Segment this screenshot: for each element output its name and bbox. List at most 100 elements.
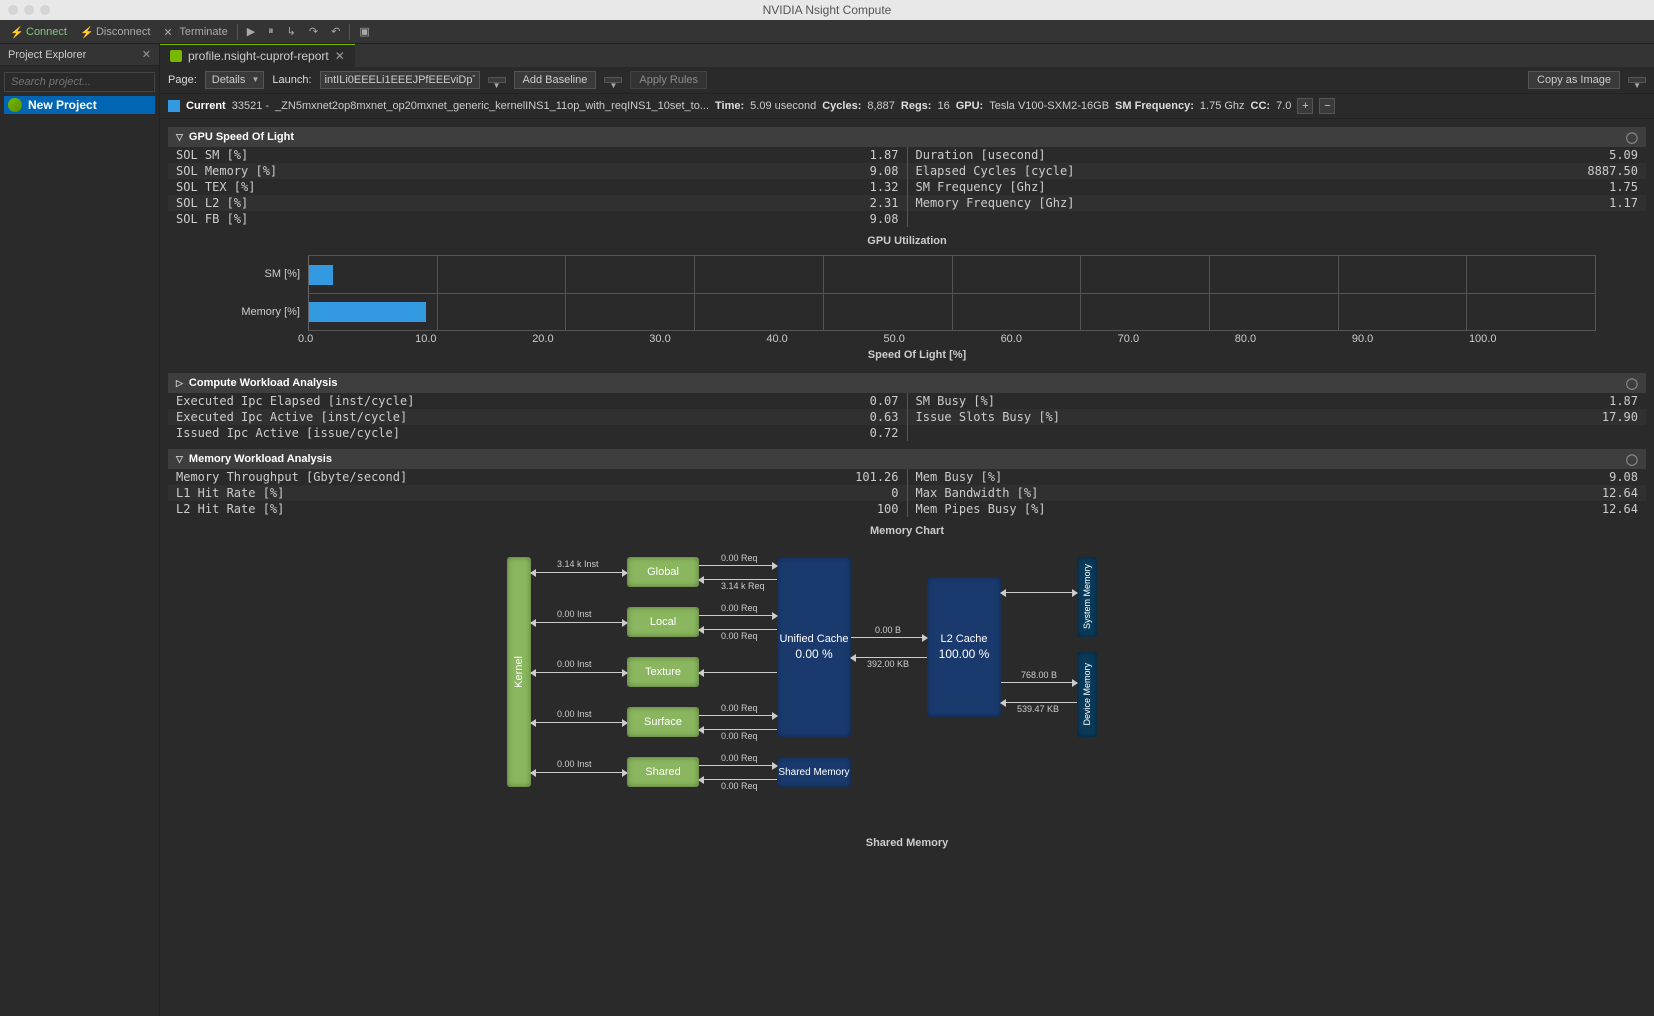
project-icon — [8, 98, 22, 112]
copy-image-button[interactable]: Copy as Image — [1528, 71, 1620, 89]
page-label: Page: — [168, 74, 197, 86]
sidebar: Project Explorer ✕ New Project — [0, 44, 160, 1016]
bar-row: SM [%] — [238, 255, 1596, 293]
app-title: NVIDIA Nsight Compute — [763, 3, 892, 17]
add-baseline-button[interactable]: Add Baseline — [514, 71, 597, 89]
local-box: Local — [627, 607, 699, 637]
metric-row: Executed Ipc Active [inst/cycle]0.63Issu… — [168, 409, 1646, 425]
smfreq-value: 1.75 Ghz — [1200, 100, 1245, 112]
chevron-down-icon: ▽ — [176, 132, 183, 143]
terminate-button[interactable]: ✕Terminate — [157, 24, 233, 40]
xaxis-label: Speed Of Light [%] — [238, 349, 1596, 361]
traffic-lights — [8, 5, 50, 15]
regs-value: 16 — [937, 100, 949, 112]
launch-dropdown[interactable] — [488, 77, 506, 83]
titlebar: NVIDIA Nsight Compute — [0, 0, 1654, 20]
comment-icon[interactable]: ◯ — [1626, 377, 1638, 390]
page-select[interactable]: Details — [205, 71, 265, 89]
metric-row: SOL SM [%]1.87Duration [usecond]5.09 — [168, 147, 1646, 163]
section-memory-title: Memory Workload Analysis — [189, 453, 332, 465]
cycles-label: Cycles: — [822, 100, 861, 112]
sysmem-box: System Memory — [1077, 557, 1097, 637]
close-icon[interactable] — [8, 5, 18, 15]
doc-name: profile.nsight-cuprof-report — [188, 49, 329, 63]
step-out-icon[interactable]: ↶ — [325, 23, 346, 40]
add-button[interactable]: + — [1297, 98, 1313, 114]
unified-cache-box: Unified Cache0.00 % — [777, 557, 851, 737]
copy-image-dropdown[interactable] — [1628, 77, 1646, 83]
metric-row: SOL FB [%]9.08 — [168, 211, 1646, 227]
l2-cache-box: L2 Cache100.00 % — [927, 577, 1001, 717]
memory-diagram: Kernel Global Local Texture Surface Shar… — [507, 547, 1307, 827]
kernel-color-icon — [168, 100, 180, 112]
minus-button[interactable]: − — [1319, 98, 1335, 114]
metric-row: L2 Hit Rate [%]100Mem Pipes Busy [%]12.6… — [168, 501, 1646, 517]
pause-icon[interactable]: ⏸ — [262, 23, 280, 40]
kernel-id: 33521 - — [232, 100, 269, 112]
baseline-dropdown[interactable] — [604, 77, 622, 83]
report-icon — [170, 50, 182, 62]
kernel-box: Kernel — [507, 557, 531, 787]
metric-row: Memory Throughput [Gbyte/second]101.26Me… — [168, 469, 1646, 485]
connect-icon: ⚡ — [10, 26, 22, 38]
step-icon[interactable]: ▶ — [241, 23, 261, 40]
surface-box: Surface — [627, 707, 699, 737]
section-sol-header[interactable]: ▽ GPU Speed Of Light ◯ — [168, 127, 1646, 147]
gpu-value: Tesla V100-SXM2-16GB — [989, 100, 1109, 112]
time-value: 5.09 usecond — [750, 100, 816, 112]
cc-value: 7.0 — [1276, 100, 1291, 112]
kernel-name: _ZN5mxnet2op8mxnet_op20mxnet_generic_ker… — [275, 100, 709, 112]
global-box: Global — [627, 557, 699, 587]
metric-row: SOL Memory [%]9.08Elapsed Cycles [cycle]… — [168, 163, 1646, 179]
close-tab-icon[interactable]: ✕ — [335, 49, 345, 63]
comment-icon[interactable]: ◯ — [1626, 131, 1638, 144]
search-input[interactable] — [4, 72, 155, 92]
section-memory-header[interactable]: ▽ Memory Workload Analysis ◯ — [168, 449, 1646, 469]
section-compute-title: Compute Workload Analysis — [189, 377, 338, 389]
minimize-icon[interactable] — [24, 5, 34, 15]
section-compute-header[interactable]: ▷ Compute Workload Analysis ◯ — [168, 373, 1646, 393]
cc-label: CC: — [1251, 100, 1271, 112]
project-explorer-tab: Project Explorer ✕ — [0, 44, 159, 66]
bar-row: Memory [%] — [238, 293, 1596, 331]
launch-input[interactable] — [320, 71, 480, 89]
metric-row: L1 Hit Rate [%]0Max Bandwidth [%]12.64 — [168, 485, 1646, 501]
doc-tab[interactable]: profile.nsight-cuprof-report ✕ — [160, 44, 355, 67]
apply-rules-button[interactable]: Apply Rules — [630, 71, 707, 89]
cycles-value: 8,887 — [867, 100, 895, 112]
kernel-infobar: Current 33521 - _ZN5mxnet2op8mxnet_op20m… — [160, 94, 1654, 119]
metric-row: SOL L2 [%]2.31Memory Frequency [Ghz]1.17 — [168, 195, 1646, 211]
gpu-label: GPU: — [956, 100, 984, 112]
main-toolbar: ⚡Connect ⚡Disconnect ✕Terminate ▶ ⏸ ↳ ↷ … — [0, 20, 1654, 44]
connect-button[interactable]: ⚡Connect — [4, 24, 73, 40]
memchart-title: Memory Chart — [168, 525, 1646, 537]
chevron-down-icon: ▽ — [176, 454, 183, 465]
smfreq-label: SM Frequency: — [1115, 100, 1194, 112]
project-explorer-title: Project Explorer — [8, 49, 86, 61]
metric-row: Executed Ipc Elapsed [inst/cycle]0.07SM … — [168, 393, 1646, 409]
project-label: New Project — [28, 98, 97, 112]
chart-title: GPU Utilization — [168, 235, 1646, 247]
comment-icon[interactable]: ◯ — [1626, 453, 1638, 466]
section-sol-title: GPU Speed Of Light — [189, 131, 294, 143]
document-tabs: profile.nsight-cuprof-report ✕ — [160, 44, 1654, 67]
disconnect-button[interactable]: ⚡Disconnect — [74, 24, 156, 40]
launch-label: Launch: — [272, 74, 311, 86]
close-panel-icon[interactable]: ✕ — [142, 48, 151, 61]
time-label: Time: — [715, 100, 744, 112]
capture-icon[interactable]: ▣ — [353, 23, 375, 40]
project-item[interactable]: New Project — [4, 96, 155, 114]
report-topbar: Page: Details Launch: Add Baseline Apply… — [160, 67, 1654, 94]
current-label: Current — [186, 100, 226, 112]
devmem-box: Device Memory — [1077, 652, 1097, 737]
terminate-icon: ✕ — [163, 26, 175, 38]
metric-row: Issued Ipc Active [issue/cycle]0.72 — [168, 425, 1646, 441]
maximize-icon[interactable] — [40, 5, 50, 15]
step-into-icon[interactable]: ↳ — [281, 23, 302, 40]
texture-box: Texture — [627, 657, 699, 687]
shared-memory-box: Shared Memory — [777, 757, 851, 787]
step-over-icon[interactable]: ↷ — [303, 23, 324, 40]
bar-chart: SM [%]Memory [%] 0.010.020.030.040.050.0… — [168, 251, 1646, 365]
metric-row: SOL TEX [%]1.32SM Frequency [Ghz]1.75 — [168, 179, 1646, 195]
disconnect-icon: ⚡ — [80, 26, 92, 38]
